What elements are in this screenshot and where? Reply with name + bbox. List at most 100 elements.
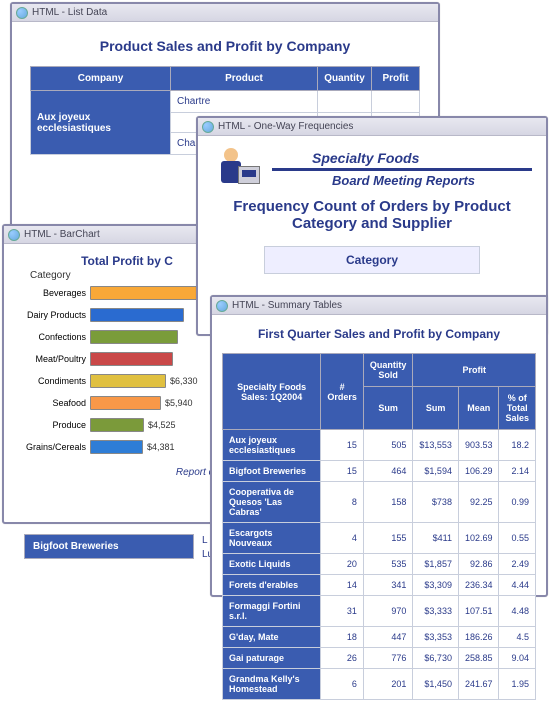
table-cell: 20 — [321, 554, 364, 575]
col-profit-sum: Sum — [413, 387, 459, 430]
bar-row: Grains/Cereals$4,381 — [12, 437, 242, 457]
bar-value-label: $6,330 — [170, 376, 198, 386]
table-cell: 186.26 — [458, 627, 499, 648]
table-cell: $3,333 — [413, 596, 459, 627]
page-title: First Quarter Sales and Profit by Compan… — [222, 327, 536, 341]
table-cell: 107.51 — [458, 596, 499, 627]
table-cell: 26 — [321, 648, 364, 669]
table-row: Aux joyeux ecclesiastiques15505$13,55390… — [223, 430, 536, 461]
col-quantity: Quantity — [318, 67, 372, 91]
table-cell: 903.53 — [458, 430, 499, 461]
table-cell: Grandma Kelly's Homestead — [223, 669, 321, 700]
col-profit-pct: % of Total Sales — [499, 387, 536, 430]
bar-fill — [90, 308, 184, 322]
logo-person-computer-icon — [212, 146, 264, 192]
table-cell: 92.86 — [458, 554, 499, 575]
bar-fill — [90, 374, 166, 388]
globe-icon — [8, 229, 20, 241]
table-cell: 14 — [321, 575, 364, 596]
bar-category-label: Produce — [12, 420, 90, 430]
table-cell: 464 — [363, 461, 413, 482]
table-cell: $738 — [413, 482, 459, 523]
window-title: HTML - Summary Tables — [232, 300, 342, 311]
table-cell: Aux joyeux ecclesiastiques — [223, 430, 321, 461]
table-cell: 4 — [321, 523, 364, 554]
table-cell: $1,594 — [413, 461, 459, 482]
table-row: Grandma Kelly's Homestead6201$1,450241.6… — [223, 669, 536, 700]
table-cell: 341 — [363, 575, 413, 596]
bar-row: Produce $4,525 — [12, 415, 242, 435]
table-cell: 2.14 — [499, 461, 536, 482]
table-cell: 18 — [321, 627, 364, 648]
table-cell: $6,730 — [413, 648, 459, 669]
bar-fill — [90, 352, 173, 366]
bar-row: Seafood $5,940 — [12, 393, 242, 413]
table-cell: 447 — [363, 627, 413, 648]
table-cell: $13,553 — [413, 430, 459, 461]
bar-fill — [90, 440, 143, 454]
window-summary-tables[interactable]: HTML - Summary Tables First Quarter Sale… — [210, 295, 548, 597]
table-cell: 158 — [363, 482, 413, 523]
bar-category-label: Meat/Poultry — [12, 354, 90, 364]
brand-line-2: Board Meeting Reports — [272, 173, 532, 188]
table-cell: 15 — [321, 430, 364, 461]
table-cell: $3,353 — [413, 627, 459, 648]
table-row: Cooperativa de Quesos 'Las Cabras'8158$7… — [223, 482, 536, 523]
table-cell: $411 — [413, 523, 459, 554]
bar-fill — [90, 330, 178, 344]
bar-value-label: $5,940 — [165, 398, 193, 408]
table-cell: Bigfoot Breweries — [223, 461, 321, 482]
page-title: Product Sales and Profit by Company — [30, 38, 420, 54]
table-row: Forets d'erables14341$3,309236.344.44 — [223, 575, 536, 596]
table-cell: 92.25 — [458, 482, 499, 523]
bar-row: Condiments$6,330 — [12, 371, 242, 391]
table-cell: 18.2 — [499, 430, 536, 461]
table-cell: 8 — [321, 482, 364, 523]
table-cell: 102.69 — [458, 523, 499, 554]
col-qty-sum: Sum — [363, 387, 413, 430]
col-orders: # Orders — [321, 354, 364, 430]
window-title: HTML - One-Way Frequencies — [218, 121, 353, 132]
table-cell: 9.04 — [499, 648, 536, 669]
table-cell: 31 — [321, 596, 364, 627]
table-cell: 241.67 — [458, 669, 499, 700]
table-cell: 15 — [321, 461, 364, 482]
table-cell: 4.44 — [499, 575, 536, 596]
table-cell: 970 — [363, 596, 413, 627]
table-cell: 155 — [363, 523, 413, 554]
table-cell: 0.55 — [499, 523, 536, 554]
table-cell: 6 — [321, 669, 364, 700]
table-cell: 236.34 — [458, 575, 499, 596]
table-row: Escargots Nouveaux4155$411102.690.55 — [223, 523, 536, 554]
col-profit: Profit — [413, 354, 536, 387]
table-cell: Cooperativa de Quesos 'Las Cabras' — [223, 482, 321, 523]
col-profit-mean: Mean — [458, 387, 499, 430]
table-row: Formaggi Fortini s.r.l.31970$3,333107.51… — [223, 596, 536, 627]
window-title: HTML - BarChart — [24, 229, 100, 240]
table-cell: Escargots Nouveaux — [223, 523, 321, 554]
table-cell: Gai paturage — [223, 648, 321, 669]
bar-value-label: $4,525 — [148, 420, 176, 430]
table-row: Bigfoot Breweries15464$1,594106.292.14 — [223, 461, 536, 482]
col-profit: Profit — [372, 67, 420, 91]
col-product: Product — [171, 67, 318, 91]
table-cell: 201 — [363, 669, 413, 700]
bar-category-label: Grains/Cereals — [12, 442, 90, 452]
table-cell: 2.49 — [499, 554, 536, 575]
titlebar-list-data[interactable]: HTML - List Data — [12, 4, 438, 22]
window-title: HTML - List Data — [32, 7, 107, 18]
bar-category-label: Seafood — [12, 398, 90, 408]
titlebar-frequencies[interactable]: HTML - One-Way Frequencies — [198, 118, 546, 136]
titlebar-summary[interactable]: HTML - Summary Tables — [212, 297, 546, 315]
col-qty: Quantity Sold — [363, 354, 413, 387]
summary-table: Specialty Foods Sales: 1Q2004 # Orders Q… — [222, 353, 536, 700]
col-company: Company — [31, 67, 171, 91]
table-cell: 535 — [363, 554, 413, 575]
table-cell: $1,857 — [413, 554, 459, 575]
category-tab[interactable]: Category — [264, 246, 480, 274]
brand-line-1: Specialty Foods — [272, 150, 532, 166]
table-row: Exotic Liquids20535$1,85792.862.49 — [223, 554, 536, 575]
bar-fill — [90, 286, 200, 300]
table-cell: $3,309 — [413, 575, 459, 596]
table-cell: 4.48 — [499, 596, 536, 627]
